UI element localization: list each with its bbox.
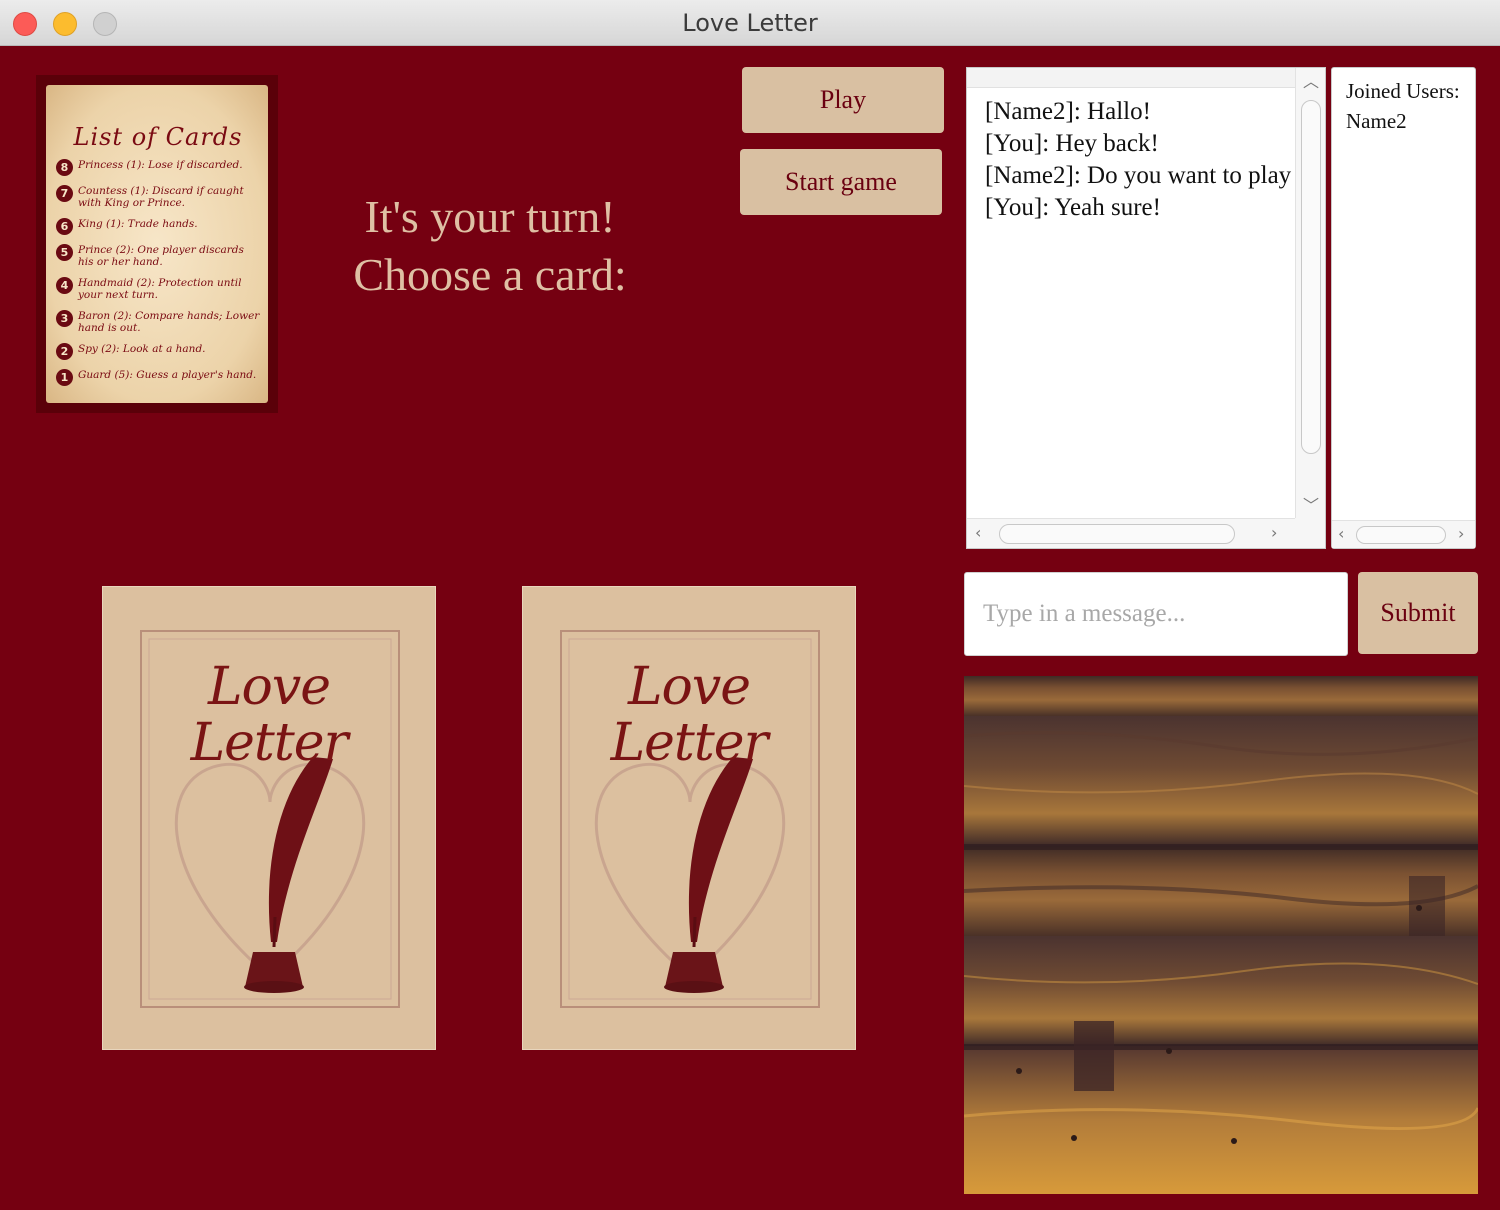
turn-status-line2: Choose a card: <box>353 249 627 300</box>
hand-card-2[interactable]: Love Letter <box>522 586 856 1050</box>
scroll-up-icon[interactable]: ︿ <box>1303 68 1319 92</box>
card-logo-line1: Love <box>208 657 331 717</box>
scroll-down-icon[interactable]: ﹀ <box>1303 492 1319 516</box>
wood-board-image <box>964 676 1478 1194</box>
card-list-item: 4 Handmaid (2): Protection until your nex… <box>56 277 260 301</box>
card-number-badge: 7 <box>56 185 73 202</box>
chat-horizontal-scrollbar[interactable]: ‹ › <box>967 518 1295 548</box>
card-list-title: List of Cards <box>73 123 243 151</box>
chat-message: [You]: Yeah sure! <box>985 194 1161 221</box>
card-list-item: 3 Baron (2): Compare hands; Lower hand is… <box>56 310 260 334</box>
chat-horizontal-scroll-thumb[interactable] <box>999 524 1235 544</box>
card-list-text: Princess (1): Lose if discarded. <box>78 159 243 171</box>
turn-status: It's your turn! Choose a card: <box>300 188 680 304</box>
card-list-text: Spy (2): Look at a hand. <box>78 343 206 355</box>
card-number-badge: 3 <box>56 310 73 327</box>
card-list-text: Handmaid (2): Protection until your next… <box>78 277 242 301</box>
joined-users-panel[interactable]: Joined Users: Name2 ‹ › <box>1331 67 1476 549</box>
card-back-logo: Love Letter <box>523 659 855 771</box>
scroll-right-icon[interactable]: › <box>1271 523 1277 542</box>
card-number-badge: 1 <box>56 369 73 386</box>
submit-button[interactable]: Submit <box>1358 572 1478 654</box>
scroll-left-icon[interactable]: ‹ <box>975 523 981 542</box>
chat-message: [You]: Hey back! <box>985 130 1159 157</box>
turn-status-line1: It's your turn! <box>364 191 616 242</box>
card-number-badge: 4 <box>56 277 73 294</box>
card-list-text: Countess (1): Discard if caught with Kin… <box>78 185 244 209</box>
play-button[interactable]: Play <box>742 67 944 133</box>
chat-message: [Name2]: Do you want to play <box>985 162 1292 189</box>
card-list-item: 1 Guard (5): Guess a player's hand. <box>56 369 260 386</box>
chat-message: [Name2]: Hallo! <box>985 98 1151 125</box>
chat-log[interactable]: [Name2]: Hallo! [You]: Hey back! [Name2]… <box>966 67 1326 549</box>
joined-users-header: Joined Users: <box>1346 79 1460 103</box>
card-number-badge: 6 <box>56 218 73 235</box>
card-list-text: King (1): Trade hands. <box>78 218 198 230</box>
card-logo-line1: Love <box>628 657 751 717</box>
joined-users-list: Joined Users: Name2 <box>1346 76 1460 136</box>
window-title: Love Letter <box>682 9 818 37</box>
users-horizontal-scroll-thumb[interactable] <box>1356 526 1446 544</box>
card-number-badge: 2 <box>56 343 73 360</box>
chat-top-strip <box>967 68 1295 88</box>
card-list-item: 7 Countess (1): Discard if caught with Ki… <box>56 185 260 209</box>
scroll-left-icon[interactable]: ‹ <box>1338 524 1344 543</box>
card-logo-line2: Letter <box>610 713 769 773</box>
hand-card-1[interactable]: Love Letter <box>102 586 436 1050</box>
wood-texture <box>964 676 1478 1194</box>
chat-messages: [Name2]: Hallo! [You]: Hey back! [Name2]… <box>985 96 1295 496</box>
scroll-right-icon[interactable]: › <box>1458 524 1464 543</box>
card-logo-line2: Letter <box>190 713 349 773</box>
start-game-button[interactable]: Start game <box>740 149 942 215</box>
card-list-item: 2 Spy (2): Look at a hand. <box>56 343 260 360</box>
window-titlebar: Love Letter <box>0 0 1500 46</box>
card-number-badge: 8 <box>56 159 73 176</box>
scroll-corner <box>1295 518 1325 548</box>
card-list-text: Prince (2): One player discards his or h… <box>78 244 244 268</box>
card-list-reference: List of Cards 8 Princess (1): Lose if dis… <box>36 75 278 413</box>
card-list-item: 8 Princess (1): Lose if discarded. <box>56 159 260 176</box>
card-list-item: 6 King (1): Trade hands. <box>56 218 260 235</box>
card-number-badge: 5 <box>56 244 73 261</box>
card-list-text: Baron (2): Compare hands; Lower hand is … <box>78 310 260 334</box>
message-input[interactable] <box>964 572 1348 656</box>
chat-vertical-scroll-thumb[interactable] <box>1301 100 1321 454</box>
chat-vertical-scrollbar[interactable]: ︿ ﹀ <box>1295 68 1325 518</box>
joined-user-item[interactable]: Name2 <box>1346 106 1460 136</box>
card-list-item: 5 Prince (2): One player discards his or … <box>56 244 260 268</box>
users-horizontal-scrollbar[interactable]: ‹ › <box>1332 520 1475 548</box>
card-back-logo: Love Letter <box>103 659 435 771</box>
card-list-text: Guard (5): Guess a player's hand. <box>78 369 257 381</box>
